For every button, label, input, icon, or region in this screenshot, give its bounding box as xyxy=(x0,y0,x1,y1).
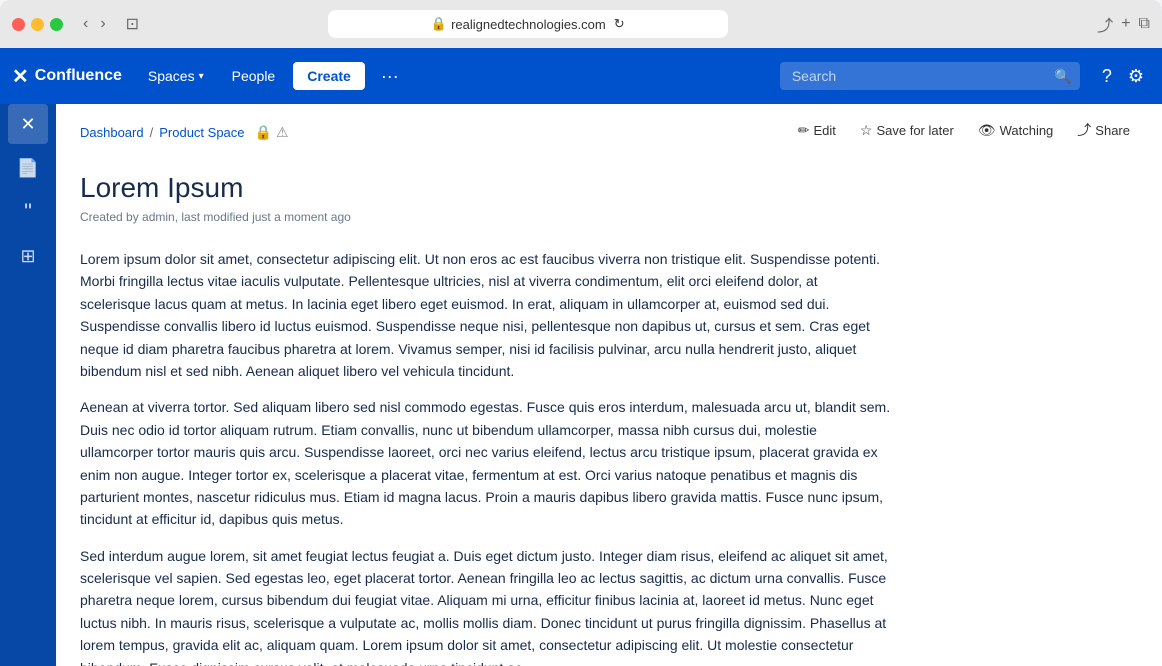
save-for-later-button[interactable]: ☆ Save for later xyxy=(852,118,962,143)
eye-icon: 👁 xyxy=(978,122,996,139)
body-paragraph-3: Sed interdum augue lorem, sit amet feugi… xyxy=(80,545,892,666)
sidebar-item-starred[interactable]: " xyxy=(8,192,48,232)
browser-actions: ⤴ + ⧉ xyxy=(1097,12,1150,36)
page-meta: Created by admin, last modified just a m… xyxy=(80,210,1138,224)
browser-chrome: ‹ › ⊡ 🔒 realignedtechnologies.com ↻ ⤴ + … xyxy=(0,0,1162,48)
help-icon-button[interactable]: ? xyxy=(1096,60,1118,93)
share-browser-button[interactable]: ⤴ xyxy=(1097,12,1113,36)
refresh-icon[interactable]: ↻ xyxy=(614,16,625,32)
main-content: Dashboard / Product Space 🔒 ⚠ ✏ Edit ☆ S… xyxy=(56,104,1162,666)
minimize-traffic-light[interactable] xyxy=(31,18,44,31)
watching-label: Watching xyxy=(1000,123,1054,138)
share-icon: ⤴ xyxy=(1077,120,1091,140)
page-actions: ✏ Edit ☆ Save for later 👁 Watching ⤴ Sha… xyxy=(790,116,1138,144)
fullscreen-traffic-light[interactable] xyxy=(50,18,63,31)
star-icon: ☆ xyxy=(860,122,873,139)
left-sidebar: ✕ 📄 " ⊞ xyxy=(0,48,56,666)
header-row: Dashboard / Product Space 🔒 ⚠ ✏ Edit ☆ S… xyxy=(56,104,1162,156)
new-tab-button[interactable]: + xyxy=(1121,15,1130,33)
search-icon: 🔍 xyxy=(1054,68,1071,85)
sidebar-toggle-icon: ⊡ xyxy=(126,14,139,34)
spaces-nav-item[interactable]: Spaces ▾ xyxy=(138,62,214,90)
save-label: Save for later xyxy=(876,123,953,138)
breadcrumb-icons: 🔒 ⚠ xyxy=(255,124,289,141)
page-title: Lorem Ipsum xyxy=(80,172,1138,204)
breadcrumb: Dashboard / Product Space 🔒 ⚠ xyxy=(80,124,289,141)
sidebar-item-recent[interactable]: 📄 xyxy=(8,148,48,188)
page-body: Lorem ipsum dolor sit amet, consectetur … xyxy=(56,240,916,666)
close-traffic-light[interactable] xyxy=(12,18,25,31)
search-input[interactable] xyxy=(780,62,1080,90)
spaces-chevron-icon: ▾ xyxy=(199,71,204,82)
more-nav-button[interactable]: ··· xyxy=(373,62,407,91)
url-bar[interactable]: 🔒 realignedtechnologies.com ↻ xyxy=(328,10,728,38)
people-nav-item[interactable]: People xyxy=(222,62,286,90)
watching-button[interactable]: 👁 Watching xyxy=(970,118,1062,143)
browser-nav: ‹ › xyxy=(79,13,110,35)
create-button[interactable]: Create xyxy=(293,62,365,90)
pencil-icon: ✏ xyxy=(798,122,810,139)
lock-breadcrumb-icon[interactable]: 🔒 xyxy=(255,124,272,141)
breadcrumb-separator: / xyxy=(150,125,154,140)
home-icon: ✕ xyxy=(20,114,35,135)
grid-icon: ⊞ xyxy=(20,246,35,267)
share-button[interactable]: ⤴ Share xyxy=(1069,116,1138,144)
body-paragraph-1: Lorem ipsum dolor sit amet, consectetur … xyxy=(80,248,892,382)
nav-icon-buttons: ? ⚙ xyxy=(1096,60,1150,93)
forward-button[interactable]: › xyxy=(96,13,109,35)
sidebar-item-home[interactable]: ✕ xyxy=(8,104,48,144)
tabs-button[interactable]: ⧉ xyxy=(1139,15,1150,33)
logo-text: Confluence xyxy=(35,67,122,85)
back-button[interactable]: ‹ xyxy=(79,13,92,35)
lock-icon: 🔒 xyxy=(431,16,447,32)
confluence-logo: ✕ Confluence xyxy=(12,64,122,89)
space-breadcrumb-link[interactable]: Product Space xyxy=(159,125,244,140)
people-label: People xyxy=(232,68,276,84)
url-text: realignedtechnologies.com xyxy=(451,17,606,32)
logo-icon: ✕ xyxy=(12,64,29,89)
quote-icon: " xyxy=(24,199,32,225)
recent-icon: 📄 xyxy=(17,158,39,179)
edit-label: Edit xyxy=(814,123,836,138)
top-nav: ✕ Confluence Spaces ▾ People Create ··· … xyxy=(0,48,1162,104)
body-paragraph-2: Aenean at viverra tortor. Sed aliquam li… xyxy=(80,396,892,530)
search-box: 🔍 xyxy=(780,62,1080,90)
warning-breadcrumb-icon[interactable]: ⚠ xyxy=(276,124,289,141)
spaces-label: Spaces xyxy=(148,68,195,84)
settings-icon-button[interactable]: ⚙ xyxy=(1122,60,1150,93)
page-title-area: Lorem Ipsum Created by admin, last modif… xyxy=(56,156,1162,224)
dashboard-breadcrumb-link[interactable]: Dashboard xyxy=(80,125,144,140)
sidebar-item-templates[interactable]: ⊞ xyxy=(8,236,48,276)
traffic-lights xyxy=(12,18,63,31)
edit-button[interactable]: ✏ Edit xyxy=(790,118,844,143)
share-label: Share xyxy=(1095,123,1130,138)
